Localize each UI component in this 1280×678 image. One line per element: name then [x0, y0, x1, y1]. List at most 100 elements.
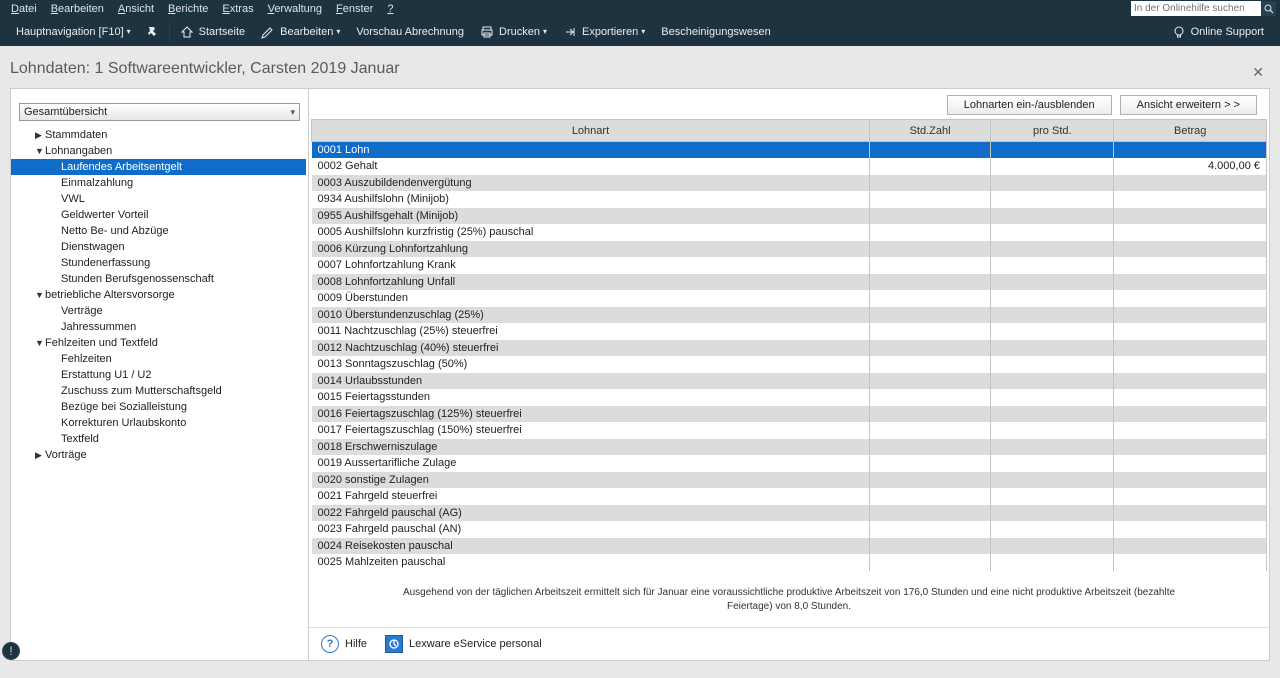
- tree-item[interactable]: Textfeld: [11, 431, 306, 447]
- table-row[interactable]: 0014 Urlaubsstunden: [312, 373, 1267, 390]
- table-row[interactable]: 0015 Feiertagsstunden: [312, 389, 1267, 406]
- tree-item[interactable]: VWL: [11, 191, 306, 207]
- menu-extras[interactable]: Extras: [215, 2, 260, 16]
- edit-button[interactable]: Bearbeiten▾: [253, 17, 348, 46]
- tree-item[interactable]: Verträge: [11, 303, 306, 319]
- tree-item[interactable]: ▼Lohnangaben: [11, 143, 306, 159]
- cell: [1114, 472, 1267, 489]
- table-row[interactable]: 0005 Aushilfslohn kurzfristig (25%) paus…: [312, 224, 1267, 241]
- tree-item-label: Zuschuss zum Mutterschaftsgeld: [61, 385, 222, 397]
- table-row[interactable]: 0010 Überstundenzuschlag (25%): [312, 307, 1267, 324]
- table-row[interactable]: 0934 Aushilfslohn (Minijob): [312, 191, 1267, 208]
- table-row[interactable]: 0024 Reisekosten pauschal: [312, 538, 1267, 555]
- tree-item-label: Korrekturen Urlaubskonto: [61, 417, 186, 429]
- tree-item[interactable]: ▶Stammdaten: [11, 127, 306, 143]
- table-row[interactable]: 0020 sonstige Zulagen: [312, 472, 1267, 489]
- tree-item[interactable]: Geldwerter Vorteil: [11, 207, 306, 223]
- view-combo[interactable]: Gesamtübersicht ▾: [19, 103, 300, 121]
- tree-item-label: Textfeld: [61, 433, 99, 445]
- menu-ansicht[interactable]: Ansicht: [111, 2, 161, 16]
- tree-item[interactable]: Netto Be- und Abzüge: [11, 223, 306, 239]
- expand-view-button[interactable]: Ansicht erweitern > >: [1120, 95, 1257, 115]
- table-row[interactable]: 0011 Nachtzuschlag (25%) steuerfrei: [312, 323, 1267, 340]
- tree-item[interactable]: Korrekturen Urlaubskonto: [11, 415, 306, 431]
- help-button[interactable]: ? Hilfe: [321, 635, 367, 653]
- tree-item[interactable]: ▶Vorträge: [11, 447, 306, 463]
- help-search-button[interactable]: [1261, 1, 1276, 16]
- tree-item[interactable]: Dienstwagen: [11, 239, 306, 255]
- tree-item[interactable]: Fehlzeiten: [11, 351, 306, 367]
- menu-bearbeiten[interactable]: Bearbeiten: [44, 2, 111, 16]
- cell: [1114, 356, 1267, 373]
- table-row[interactable]: 0955 Aushilfsgehalt (Minijob): [312, 208, 1267, 225]
- tree-item[interactable]: Einmalzahlung: [11, 175, 306, 191]
- table-row[interactable]: 0008 Lohnfortzahlung Unfall: [312, 274, 1267, 291]
- tree-item[interactable]: Zuschuss zum Mutterschaftsgeld: [11, 383, 306, 399]
- table-row[interactable]: 0018 Erschwerniszulage: [312, 439, 1267, 456]
- preview-button[interactable]: Vorschau Abrechnung: [348, 17, 472, 46]
- table-row[interactable]: 0017 Feiertagszuschlag (150%) steuerfrei: [312, 422, 1267, 439]
- col-betrag[interactable]: Betrag: [1114, 120, 1267, 142]
- tree-item[interactable]: Stunden Berufsgenossenschaft: [11, 271, 306, 287]
- warning-badge[interactable]: !: [2, 642, 20, 660]
- cell: [869, 340, 990, 357]
- eservice-button[interactable]: Lexware eService personal: [385, 635, 542, 653]
- cell: [991, 323, 1114, 340]
- menu-verwaltung[interactable]: Verwaltung: [261, 2, 329, 16]
- cell: [1114, 521, 1267, 538]
- cell: [869, 208, 990, 225]
- menu-?[interactable]: ?: [380, 2, 400, 16]
- tree-item[interactable]: ▼betriebliche Altersvorsorge: [11, 287, 306, 303]
- close-button[interactable]: ✕: [1252, 64, 1264, 81]
- col-stdzahl[interactable]: Std.Zahl: [869, 120, 990, 142]
- toggle-lohnarten-button[interactable]: Lohnarten ein-/ausblenden: [947, 95, 1112, 115]
- table-row[interactable]: 0012 Nachtzuschlag (40%) steuerfrei: [312, 340, 1267, 357]
- cell: 0955 Aushilfsgehalt (Minijob): [312, 208, 870, 225]
- table-row[interactable]: 0001 Lohn: [312, 142, 1267, 159]
- table-row[interactable]: 0002 Gehalt4.000,00 €: [312, 158, 1267, 175]
- col-prostd[interactable]: pro Std.: [991, 120, 1114, 142]
- table-row[interactable]: 0006 Kürzung Lohnfortzahlung: [312, 241, 1267, 258]
- printer-icon: [480, 25, 494, 39]
- pin-button[interactable]: [139, 17, 167, 46]
- table-row[interactable]: 0003 Auszubildendenvergütung: [312, 175, 1267, 192]
- tree-item[interactable]: Erstattung U1 / U2: [11, 367, 306, 383]
- cell: [1114, 175, 1267, 192]
- online-support-button[interactable]: Online Support: [1164, 17, 1272, 46]
- tree-item[interactable]: Stundenerfassung: [11, 255, 306, 271]
- content: Gesamtübersicht ▾ ▶Stammdaten▼Lohnangabe…: [10, 88, 1270, 661]
- table-row[interactable]: 0022 Fahrgeld pauschal (AG): [312, 505, 1267, 522]
- chevron-down-icon: ▾: [290, 107, 295, 118]
- print-button[interactable]: Drucken▾: [472, 17, 555, 46]
- right-pane: Lohnarten ein-/ausblenden Ansicht erweit…: [309, 89, 1269, 660]
- bescheinigung-button[interactable]: Bescheinigungswesen: [653, 17, 778, 46]
- table-row[interactable]: 0025 Mahlzeiten pauschal: [312, 554, 1267, 571]
- table-row[interactable]: 0007 Lohnfortzahlung Krank: [312, 257, 1267, 274]
- table-row[interactable]: 0019 Aussertarifliche Zulage: [312, 455, 1267, 472]
- export-button[interactable]: Exportieren▾: [555, 17, 653, 46]
- help-icon: ?: [321, 635, 339, 653]
- menu-datei[interactable]: Datei: [4, 2, 44, 16]
- tree-item[interactable]: Bezüge bei Sozialleistung: [11, 399, 306, 415]
- main-navigation-button[interactable]: Hauptnavigation [F10]▾: [8, 17, 139, 46]
- home-icon: [180, 25, 194, 39]
- table-row[interactable]: 0021 Fahrgeld steuerfrei: [312, 488, 1267, 505]
- menu-fenster[interactable]: Fenster: [329, 2, 380, 16]
- tree-item[interactable]: Jahressummen: [11, 319, 306, 335]
- table-row[interactable]: 0009 Überstunden: [312, 290, 1267, 307]
- table-row[interactable]: 0013 Sonntagszuschlag (50%): [312, 356, 1267, 373]
- home-button[interactable]: Startseite: [172, 17, 253, 46]
- cell: [869, 274, 990, 291]
- cell: [869, 538, 990, 555]
- help-search-input[interactable]: [1131, 1, 1261, 16]
- table-row[interactable]: 0016 Feiertagszuschlag (125%) steuerfrei: [312, 406, 1267, 423]
- col-lohnart[interactable]: Lohnart: [312, 120, 870, 142]
- tree-item[interactable]: Laufendes Arbeitsentgelt: [11, 159, 306, 175]
- menu-berichte[interactable]: Berichte: [161, 2, 215, 16]
- tree-item[interactable]: ▼Fehlzeiten und Textfeld: [11, 335, 306, 351]
- cell: [1114, 505, 1267, 522]
- cell: 0012 Nachtzuschlag (40%) steuerfrei: [312, 340, 870, 357]
- cell: [1114, 488, 1267, 505]
- cell: 0019 Aussertarifliche Zulage: [312, 455, 870, 472]
- table-row[interactable]: 0023 Fahrgeld pauschal (AN): [312, 521, 1267, 538]
